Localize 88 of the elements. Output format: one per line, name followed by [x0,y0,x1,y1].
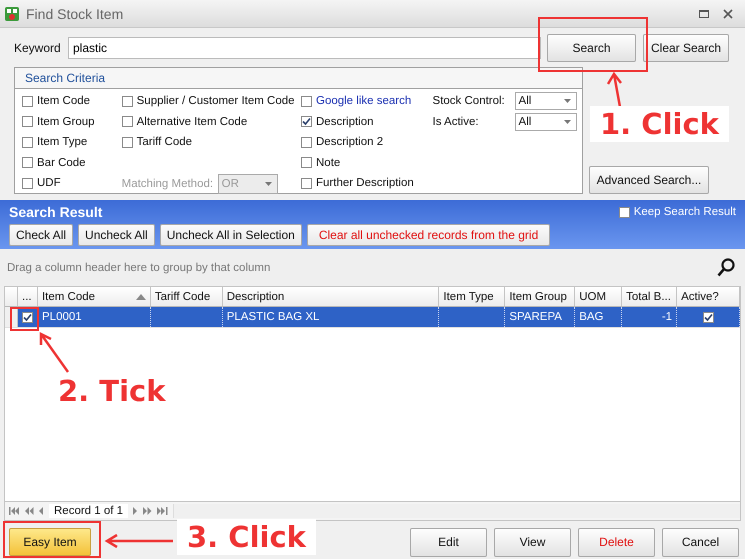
checkbox[interactable] [122,136,133,148]
checkbox[interactable] [618,206,630,218]
column-header[interactable]: Total B... [622,287,678,306]
check-button[interactable]: Uncheck All in Selection [160,224,302,246]
footer-button[interactable]: Edit [410,528,487,556]
table-cell: PLASTIC BAG XL [226,311,320,323]
annotation-label: 1. Click [590,106,729,142]
dropdown-label: Matching Method: [122,178,214,190]
easy-item-button[interactable]: Easy Item [9,528,91,556]
app-icon [4,6,20,22]
annotation-label: 3. Click [177,519,316,555]
keyword-label: Keyword [14,41,62,55]
column-header[interactable]: UOM [575,287,622,306]
checkbox[interactable] [22,116,33,128]
checkbox[interactable] [301,116,312,128]
checkbox-label: UDF [37,177,61,190]
previous-page-icon[interactable] [25,507,34,515]
advanced-search-button[interactable]: Advanced Search... [589,166,709,194]
footer-button[interactable]: Cancel [662,528,739,556]
clear-search-button[interactable]: Clear Search [643,34,729,62]
column-header[interactable]: Tariff Code [150,287,223,306]
arrow-icon [105,533,175,549]
table-cell: PL0001 [42,311,82,323]
footer-button[interactable]: View [494,528,571,556]
checkbox-label: Alternative Item Code [136,116,248,128]
checkbox[interactable] [22,178,33,189]
checkbox-label: Description [316,116,374,128]
column-header[interactable]: Item Group [505,287,576,306]
next-page-icon[interactable] [143,507,152,515]
previous-record-icon[interactable] [39,507,44,515]
next-record-icon[interactable] [133,507,138,515]
checkbox[interactable] [122,116,133,128]
column-header[interactable]: Item Code [38,287,151,306]
column-header[interactable]: Description [222,287,440,306]
checkbox[interactable] [301,178,312,189]
dropdown-label: Is Active: [432,116,480,128]
caret-icon [264,182,272,186]
last-record-icon[interactable] [157,507,168,515]
table-row[interactable]: PL0001 PLASTIC BAG XL SPAREPA BAG -1 [5,307,740,328]
record-counter: Record 1 of 1 [49,504,128,518]
checkbox[interactable] [301,96,312,107]
search-icon[interactable] [717,258,735,277]
dropdown[interactable]: All [514,92,577,110]
delete-button[interactable]: Delete [578,528,655,556]
checkbox[interactable] [301,136,312,148]
checkbox-label: Item Type [37,136,88,148]
checkbox[interactable] [22,157,33,168]
arrow-icon [39,332,70,374]
search-result-title: Search Result [9,204,102,220]
dropdown-label: Stock Control: [432,95,506,108]
close-icon[interactable] [723,8,733,18]
checkbox[interactable] [22,136,33,148]
group-panel-hint: Drag a column header here to group by that column [7,262,270,274]
checkbox[interactable] [301,157,312,168]
search-button[interactable]: Search [547,34,636,62]
maximize-icon[interactable] [699,10,709,18]
table-cell: BAG [579,311,604,323]
checkbox-label: Keep Search Result [634,206,736,218]
horizontal-scrollbar[interactable] [173,504,740,518]
checkbox-label: Supplier / Customer Item Code [136,95,295,108]
checkbox-label: Item Code [37,95,90,108]
arrow-icon [606,72,623,109]
checkbox-label: Bar Code [37,156,86,169]
checkbox-label: Note [316,156,340,169]
window-title: Find Stock Item [26,6,124,22]
dropdown[interactable]: All [514,112,577,131]
column-header[interactable]: Item Type [439,287,506,306]
checkbox-label: Further Description [316,177,414,190]
column-header[interactable]: Active? [677,287,740,306]
caret-icon [564,120,571,124]
checkbox[interactable] [22,96,33,107]
checkbox-label: Item Group [37,116,95,128]
checkbox[interactable] [122,96,133,107]
check-button[interactable]: Uncheck All [78,224,155,246]
checkbox[interactable] [22,312,33,322]
table-cell: SPAREPA [509,311,562,323]
table-cell: -1 [662,311,672,323]
column-header[interactable]: ... [18,287,38,306]
first-record-icon[interactable] [9,507,20,515]
highlight-frame [10,307,39,331]
caret-icon [564,99,571,104]
check-button[interactable]: Check All [9,224,74,246]
search-criteria-title: Search Criteria [25,71,106,85]
keyword-field[interactable]: plastic [68,37,541,59]
clear-unchecked-button[interactable]: Clear all unchecked records from the grid [306,224,550,246]
checkbox-label: Google like search [316,95,412,108]
checkbox-label: Description 2 [316,136,384,148]
checkbox-label: Tariff Code [136,136,192,148]
